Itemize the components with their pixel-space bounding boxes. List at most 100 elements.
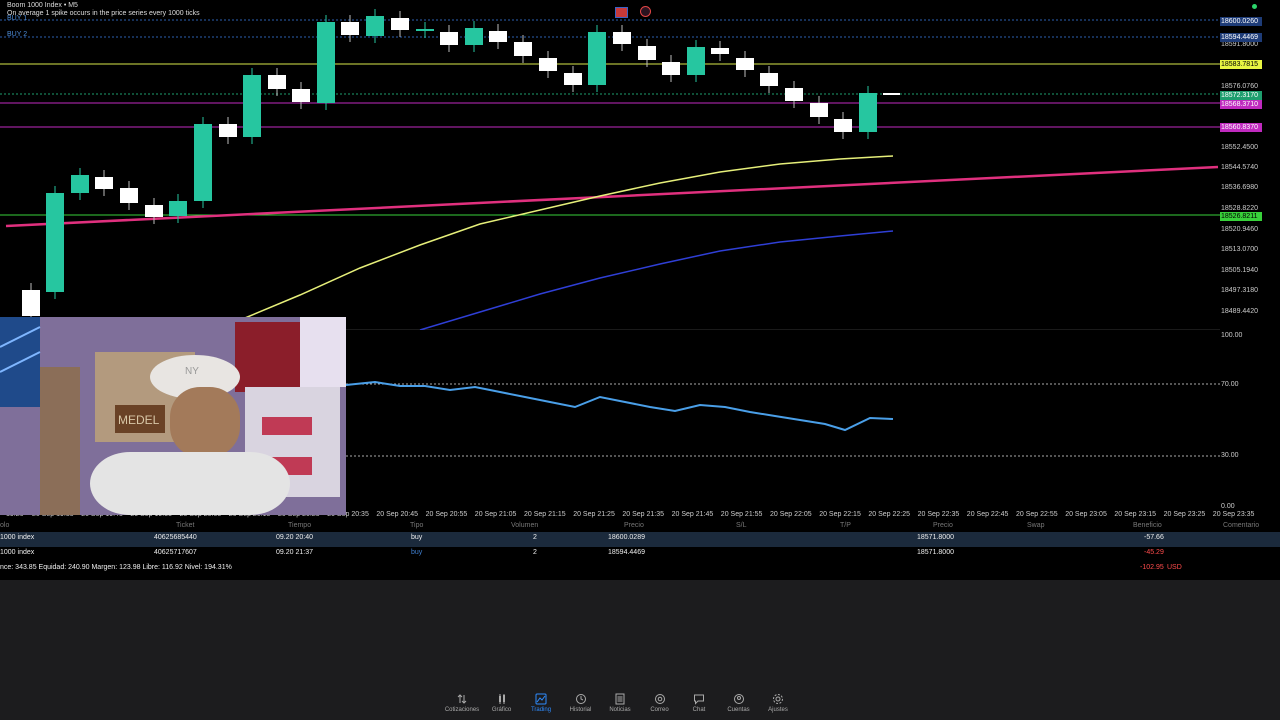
time-axis-label: 20 Sep 21:55 bbox=[720, 511, 763, 518]
time-axis-label: 20 Sep 22:15 bbox=[819, 511, 861, 518]
arrows-updown-icon bbox=[457, 694, 467, 704]
buy-label-2: BUY 2 bbox=[7, 31, 28, 38]
terminal-blank-area bbox=[0, 580, 1280, 690]
clock-toggle-icon[interactable] bbox=[640, 6, 651, 17]
clock-icon bbox=[575, 694, 586, 704]
cell-type: buy bbox=[411, 549, 423, 556]
cell-ticket: 40625685440 bbox=[154, 534, 197, 541]
time-axis-label: 20 Sep 22:05 bbox=[770, 511, 812, 518]
candle bbox=[391, 18, 409, 30]
symbol-title: Boom 1000 Index • M5 bbox=[7, 2, 78, 9]
candle bbox=[366, 16, 384, 36]
column-header[interactable]: Tipo bbox=[410, 522, 423, 529]
buy-label-1: BUY 1 bbox=[7, 15, 28, 22]
position-row[interactable]: 1000 index 40625685440 09.20 20:40 buy 2 1860… bbox=[0, 532, 1280, 547]
webcam-overlay: MEDEL NY bbox=[0, 317, 346, 515]
candle bbox=[613, 32, 631, 44]
moving-average-blue bbox=[419, 230, 894, 330]
price-tag: 18568.3710 bbox=[1220, 100, 1262, 109]
time-axis-label: 20 Sep 22:35 bbox=[917, 511, 960, 518]
tab-label: Cuentas bbox=[727, 707, 750, 713]
tab-cuentas[interactable]: Cuentas bbox=[719, 693, 759, 713]
cell-profit: -57.66 bbox=[1144, 534, 1164, 541]
price-axis-label: 18497.3180 bbox=[1221, 287, 1258, 294]
cell-cur_price: 18571.8000 bbox=[917, 549, 954, 556]
status-dot-icon bbox=[1252, 4, 1257, 9]
time-axis-label: 20 Sep 21:05 bbox=[474, 511, 517, 518]
price-tag: 18560.8370 bbox=[1220, 123, 1262, 132]
column-header[interactable]: Swap bbox=[1027, 522, 1045, 529]
candle bbox=[194, 124, 212, 201]
chart-trading-icon bbox=[535, 693, 547, 705]
tab-chat[interactable]: Chat bbox=[679, 693, 719, 713]
price-axis-label: 18536.6980 bbox=[1221, 184, 1258, 191]
account-summary: nce: 343.85 Equidad: 240.90 Margen: 123.… bbox=[0, 562, 1280, 576]
webcam-sign: MEDEL bbox=[118, 413, 160, 427]
account-icon bbox=[733, 694, 744, 704]
at-icon bbox=[654, 694, 665, 704]
time-axis-label: 20 Sep 20:45 bbox=[376, 511, 419, 518]
column-header[interactable]: Comentario bbox=[1223, 522, 1259, 529]
column-header[interactable]: Tiempo bbox=[288, 522, 311, 529]
column-header[interactable]: Beneficio bbox=[1133, 522, 1162, 529]
column-header[interactable]: Volumen bbox=[511, 522, 538, 529]
time-axis-label: 20 Sep 22:45 bbox=[966, 511, 1009, 518]
column-header[interactable]: Precio bbox=[933, 522, 953, 529]
candle bbox=[243, 75, 261, 137]
tab-correo[interactable]: Correo bbox=[640, 693, 680, 713]
tab-grafico[interactable]: Gráfico bbox=[482, 693, 522, 713]
tab-cotizaciones[interactable]: Cotizaciones bbox=[442, 693, 482, 713]
time-axis-label: 20 Sep 22:55 bbox=[1016, 511, 1058, 518]
candle bbox=[711, 48, 729, 54]
gear-icon bbox=[773, 694, 783, 704]
column-header[interactable]: Precio bbox=[624, 522, 644, 529]
candle bbox=[662, 62, 680, 75]
candle bbox=[46, 193, 64, 292]
price-axis-label: 18520.9460 bbox=[1221, 226, 1258, 233]
column-header[interactable]: T/P bbox=[840, 522, 851, 529]
candle bbox=[785, 88, 803, 101]
tab-noticias[interactable]: Noticias bbox=[600, 693, 640, 713]
time-axis-label: 20 Sep 21:45 bbox=[671, 511, 714, 518]
tab-label: Cotizaciones bbox=[444, 707, 480, 713]
candle bbox=[760, 73, 778, 86]
price-tag: 18526.8211 bbox=[1220, 212, 1262, 221]
time-axis-label: 20 Sep 22:25 bbox=[868, 511, 911, 518]
candle bbox=[440, 32, 458, 45]
candle bbox=[292, 89, 310, 102]
time-axis-label: 20 Sep 23:05 bbox=[1065, 511, 1107, 518]
tab-trading[interactable]: Trading bbox=[521, 693, 561, 713]
tab-ajustes[interactable]: Ajustes bbox=[758, 693, 798, 713]
candle bbox=[71, 175, 89, 193]
candle bbox=[588, 32, 606, 85]
flag-icon[interactable] bbox=[615, 7, 628, 18]
oscillator-line bbox=[345, 380, 894, 432]
candle bbox=[514, 42, 532, 56]
column-header[interactable]: S/L bbox=[736, 522, 747, 529]
oscillator-level-label: 100.00 bbox=[1221, 332, 1243, 339]
time-axis-label: 20 Sep 20:55 bbox=[425, 511, 468, 518]
price-tag: 18594.4469 bbox=[1220, 33, 1262, 42]
position-row[interactable]: 1000 index 40625717607 09.20 21:37 buy 2 1859… bbox=[0, 547, 1280, 562]
candle bbox=[489, 31, 507, 42]
candle bbox=[638, 46, 656, 60]
news-icon bbox=[615, 693, 625, 705]
candle bbox=[341, 22, 359, 35]
total-profit: -102.95 bbox=[1140, 564, 1164, 571]
cell-symbol: 1000 index bbox=[0, 549, 35, 556]
column-header[interactable]: olo bbox=[0, 522, 9, 529]
price-chart[interactable] bbox=[0, 0, 1280, 330]
cell-time: 09.20 21:37 bbox=[276, 549, 313, 556]
candle bbox=[465, 28, 483, 45]
tab-label: Trading bbox=[530, 707, 552, 713]
cell-volume: 2 bbox=[533, 534, 537, 541]
moving-average-yellow bbox=[244, 155, 894, 319]
cell-ticket: 40625717607 bbox=[154, 549, 197, 556]
price-axis-label: 18505.1940 bbox=[1221, 267, 1258, 274]
price-tag: 18600.0260 bbox=[1220, 17, 1262, 26]
price-axis-label: 18591.8000 bbox=[1221, 41, 1258, 48]
tab-historial[interactable]: Historial bbox=[561, 693, 601, 713]
candle bbox=[810, 103, 828, 117]
column-header[interactable]: Ticket bbox=[176, 522, 194, 529]
candle bbox=[539, 58, 557, 71]
